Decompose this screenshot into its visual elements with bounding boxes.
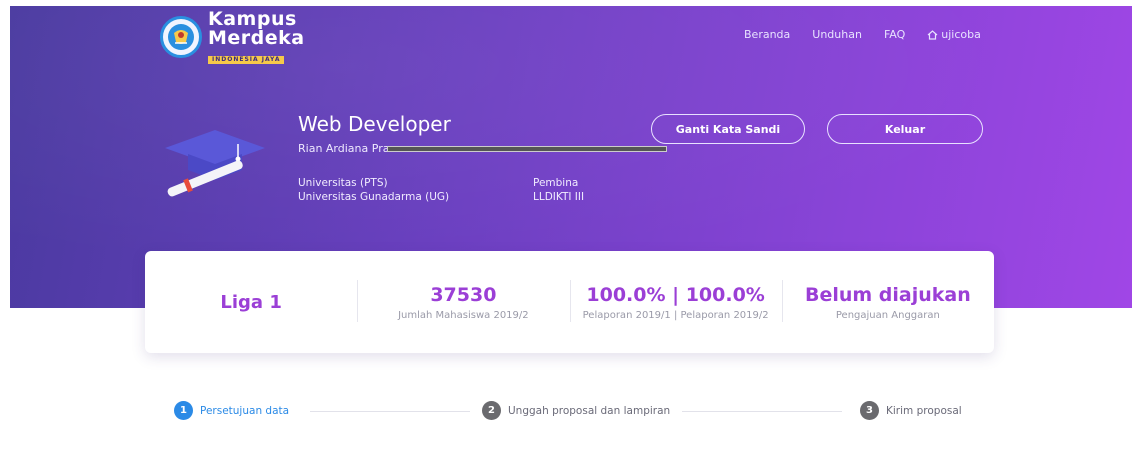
university-label: Universitas (PTS) <box>298 177 388 189</box>
stat-mahasiswa: 37530 Jumlah Mahasiswa 2019/2 <box>357 279 569 322</box>
pembina-label: Pembina <box>533 177 579 189</box>
stat-pelaporan-label: Pelaporan 2019/1 | Pelaporan 2019/2 <box>582 309 769 321</box>
step-kirim[interactable]: 3 Kirim proposal <box>860 401 962 420</box>
step-unggah[interactable]: 2 Unggah proposal dan lampiran <box>482 401 670 420</box>
step-connector <box>310 411 470 412</box>
step-number: 2 <box>482 401 501 420</box>
change-password-button[interactable]: Ganti Kata Sandi <box>651 114 805 144</box>
stat-mahasiswa-label: Jumlah Mahasiswa 2019/2 <box>398 309 529 321</box>
nav-unduhan[interactable]: Unduhan <box>812 28 862 41</box>
university-info: Universitas (PTS) Universitas Gunadarma … <box>298 176 449 204</box>
stat-pelaporan: 100.0% | 100.0% Pelaporan 2019/1 | Pelap… <box>569 279 782 322</box>
stat-pelaporan-value: 100.0% | 100.0% <box>586 283 765 306</box>
nav-user-label: ujicoba <box>941 28 981 41</box>
stat-liga-value: Liga 1 <box>220 291 282 313</box>
logout-button[interactable]: Keluar <box>827 114 983 144</box>
profile-name: Rian Ardiana Pra <box>298 142 390 155</box>
home-icon <box>927 29 938 40</box>
pembina-value: LLDIKTI III <box>533 191 585 203</box>
stat-mahasiswa-value: 37530 <box>430 283 497 306</box>
university-value: Universitas Gunadarma (UG) <box>298 191 450 203</box>
step-connector <box>682 411 842 412</box>
nav-user[interactable]: ujicoba <box>927 28 981 41</box>
step-number: 1 <box>174 401 193 420</box>
progress-steps: 1 Persetujuan data 2 Unggah proposal dan… <box>170 400 980 422</box>
graduation-cap-icon <box>165 130 265 197</box>
stat-liga: Liga 1 <box>145 292 357 313</box>
stat-anggaran-value: Belum diajukan <box>804 283 971 306</box>
step-label: Kirim proposal <box>886 404 962 417</box>
profile-name-row: Rian Ardiana Pra <box>298 142 668 155</box>
brand-logo[interactable]: Kampus Merdeka INDONESIA JAYA <box>160 10 305 64</box>
top-nav: Beranda Unduhan FAQ ujicoba <box>744 28 981 41</box>
redaction-bar <box>387 145 668 152</box>
pembina-info: Pembina LLDIKTI III <box>533 176 584 204</box>
profile-title: Web Developer <box>298 112 451 136</box>
stat-anggaran-label: Pengajuan Anggaran <box>835 309 940 321</box>
nav-faq[interactable]: FAQ <box>884 28 905 41</box>
kampus-merdeka-emblem-icon <box>160 16 202 58</box>
brand-tagline: INDONESIA JAYA <box>208 56 285 64</box>
brand-line2: Merdeka <box>208 27 305 49</box>
step-label: Persetujuan data <box>200 404 290 417</box>
brand-wordmark: Kampus Merdeka INDONESIA JAYA <box>208 10 305 64</box>
step-persetujuan[interactable]: 1 Persetujuan data <box>174 401 289 420</box>
step-number: 3 <box>860 401 879 420</box>
step-label: Unggah proposal dan lampiran <box>508 404 671 417</box>
nav-beranda[interactable]: Beranda <box>744 28 790 41</box>
stat-anggaran: Belum diajukan Pengajuan Anggaran <box>781 279 994 322</box>
stats-card: Liga 1 37530 Jumlah Mahasiswa 2019/2 100… <box>145 251 994 353</box>
